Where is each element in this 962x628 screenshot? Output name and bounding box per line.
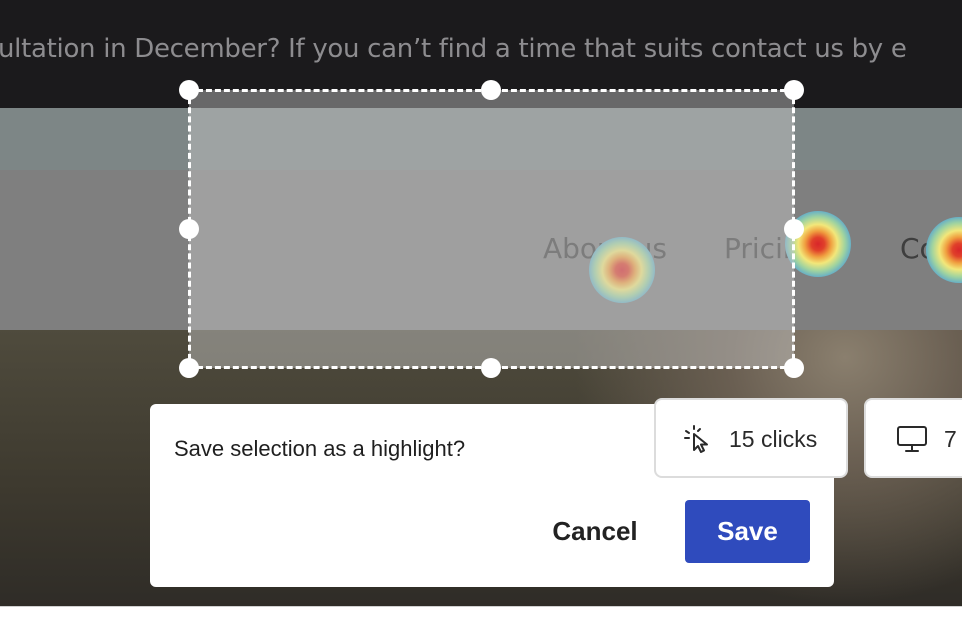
resize-handle-bottom-right[interactable]: [784, 358, 804, 378]
bottom-strip: [0, 606, 962, 628]
clicks-count: 15 clicks: [729, 426, 818, 452]
clicks-stat-chip[interactable]: 15 clicks: [654, 398, 848, 478]
resize-handle-right[interactable]: [784, 219, 804, 239]
device-stat-chip[interactable]: 7: [864, 398, 962, 478]
page-preview: ultation in December? If you can’t find …: [0, 0, 962, 606]
resize-handle-top[interactable]: [481, 80, 501, 100]
dialog-question: Save selection as a highlight?: [174, 436, 466, 461]
cursor-click-icon: [682, 424, 712, 459]
resize-handle-bottom-left[interactable]: [179, 358, 199, 378]
cancel-button[interactable]: Cancel: [536, 500, 654, 562]
desktop-icon: [896, 424, 928, 459]
save-button[interactable]: Save: [685, 500, 810, 563]
device-count: 7: [944, 426, 957, 452]
selection-border: [188, 89, 795, 369]
resize-handle-top-left[interactable]: [179, 80, 199, 100]
resize-handle-bottom[interactable]: [481, 358, 501, 378]
resize-handle-left[interactable]: [179, 219, 199, 239]
banner-text: ultation in December? If you can’t find …: [0, 34, 907, 64]
resize-handle-top-right[interactable]: [784, 80, 804, 100]
